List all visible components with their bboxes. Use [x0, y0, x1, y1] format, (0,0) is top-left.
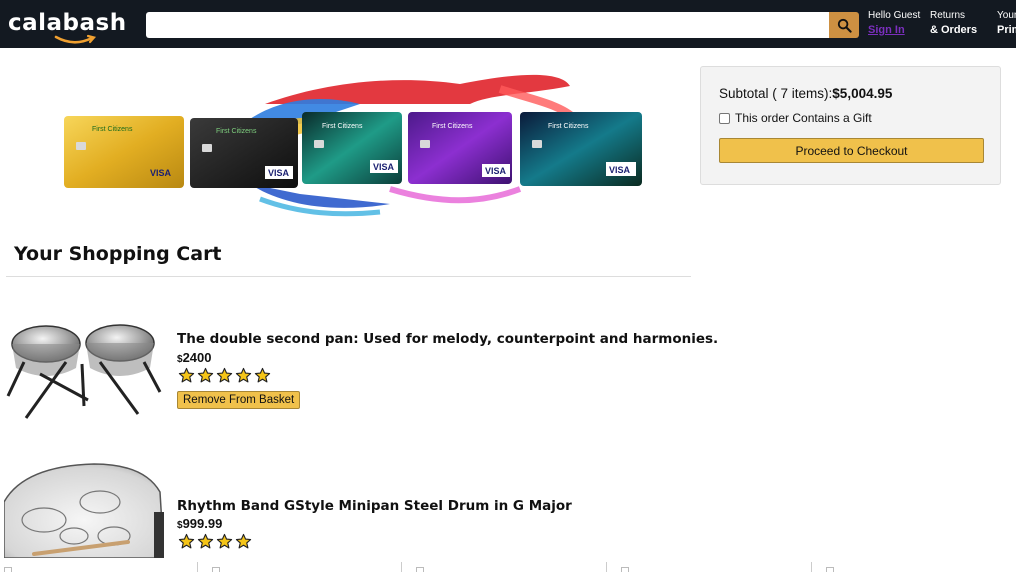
nav-signin[interactable]: Hello Guest Sign In: [868, 10, 920, 37]
svg-text:First Citizens: First Citizens: [216, 128, 257, 135]
partial-divider: [606, 562, 607, 572]
partial-item-marker: [4, 567, 12, 572]
card-gold: First Citizens VISA: [64, 116, 184, 188]
product-price: $2400: [177, 350, 211, 365]
nav-returns-orders[interactable]: Returns & Orders: [930, 10, 977, 37]
partial-divider: [811, 562, 812, 572]
subtotal-box: Subtotal ( 7 items):$5,004.95 This order…: [700, 66, 1001, 185]
svg-text:VISA: VISA: [609, 165, 631, 175]
cart-item: The double second pan: Used for melody, …: [0, 315, 720, 425]
card-black: First Citizens VISA: [190, 118, 298, 188]
star-icon: [178, 533, 195, 549]
star-icon: [235, 367, 252, 383]
top-nav-bar: calabash Hello Guest Sign In Returns & O…: [0, 0, 1016, 48]
star-icon: [216, 533, 233, 549]
svg-text:First Citizens: First Citizens: [92, 126, 133, 133]
nav-prime[interactable]: Your Prime: [997, 10, 1016, 37]
svg-text:VISA: VISA: [268, 168, 290, 178]
subtotal-prefix: Subtotal ( 7 items):: [719, 86, 833, 101]
product-image-minipan-steel-drum[interactable]: [4, 462, 164, 558]
product-title[interactable]: Rhythm Band GStyle Minipan Steel Drum in…: [177, 498, 572, 514]
star-icon: [254, 367, 271, 383]
orders-label: & Orders: [930, 24, 978, 36]
price-value: 999.99: [182, 516, 223, 531]
svg-text:First Citizens: First Citizens: [322, 123, 363, 130]
gift-checkbox[interactable]: [719, 112, 730, 124]
signin-link[interactable]: Sign In: [868, 24, 920, 37]
product-price: $999.99: [177, 516, 222, 531]
search-input[interactable]: [146, 12, 829, 38]
logo-text: calabash: [8, 10, 127, 36]
product-title[interactable]: The double second pan: Used for melody, …: [177, 331, 718, 347]
card-teal: First Citizens VISA: [302, 112, 402, 184]
svg-text:VISA: VISA: [485, 166, 507, 176]
partial-item-marker: [212, 567, 220, 572]
search-button[interactable]: [829, 12, 859, 38]
search-icon: [837, 18, 852, 33]
credit-cards-banner-image: First Citizens VISA First Citizens VISA …: [64, 74, 642, 217]
gift-label: This order Contains a Gift: [735, 111, 872, 125]
card-purple: First Citizens VISA: [408, 112, 512, 184]
signin-greeting: Hello Guest: [868, 10, 921, 21]
svg-text:First Citizens: First Citizens: [432, 123, 473, 130]
star-icon: [235, 533, 252, 549]
returns-label: Returns: [930, 10, 966, 21]
search-bar: [146, 12, 859, 38]
product-image-double-second-pan[interactable]: [4, 318, 164, 422]
gift-row[interactable]: This order Contains a Gift: [719, 111, 982, 125]
svg-text:VISA: VISA: [150, 168, 172, 178]
cart-item: Rhythm Band GStyle Minipan Steel Drum in…: [0, 460, 720, 560]
remove-from-basket-button[interactable]: Remove From Basket: [177, 391, 301, 409]
prime-line1: Your: [997, 10, 1016, 21]
logo-smile-icon: [54, 34, 97, 44]
calabash-logo[interactable]: calabash: [8, 8, 138, 44]
cart-title: Your Shopping Cart: [14, 243, 222, 265]
star-icon: [178, 367, 195, 383]
star-icon: [216, 367, 233, 383]
subtotal-line: Subtotal ( 7 items):$5,004.95: [719, 86, 982, 101]
prime-line2: Prime: [997, 24, 1016, 36]
price-value: 2400: [182, 350, 212, 365]
bottom-row-partial: [0, 558, 1016, 572]
svg-text:First Citizens: First Citizens: [548, 123, 589, 130]
partial-item-marker: [416, 567, 424, 572]
partial-divider: [401, 562, 402, 572]
partial-item-marker: [621, 567, 629, 572]
svg-text:VISA: VISA: [373, 162, 395, 172]
partial-item-marker: [826, 567, 834, 572]
card-blue: First Citizens VISA: [520, 112, 642, 186]
star-icon: [197, 367, 214, 383]
cart-divider: [6, 276, 691, 277]
partial-divider: [197, 562, 198, 572]
product-rating: [178, 367, 271, 384]
subtotal-amount: $5,004.95: [832, 86, 893, 101]
star-icon: [197, 533, 214, 549]
proceed-to-checkout-button[interactable]: Proceed to Checkout: [719, 138, 984, 163]
product-rating: [178, 533, 252, 550]
promo-banner-credit-cards[interactable]: First Citizens VISA First Citizens VISA …: [60, 64, 650, 219]
